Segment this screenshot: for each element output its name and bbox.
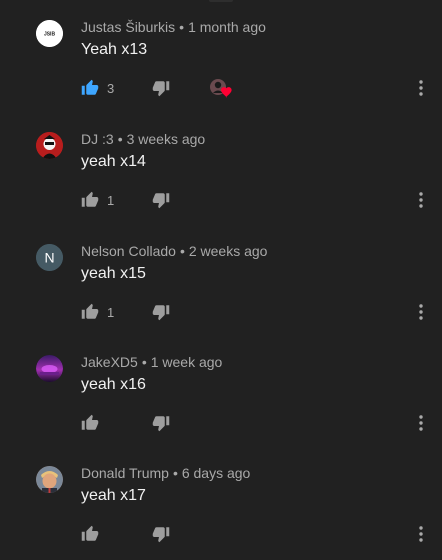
thumbs-down-icon (152, 305, 170, 321)
comment-text: yeah x16 (81, 376, 146, 393)
thumbs-down-icon (152, 416, 170, 432)
like-count: 1 (107, 304, 115, 320)
comment-item: DJ :3 • 3 weeks ago yeah x14 1 (0, 120, 442, 231)
comment-actions: 1 (81, 301, 423, 323)
like-button[interactable] (81, 412, 107, 434)
comment-text: yeah x17 (81, 487, 146, 504)
character-avatar-icon (36, 132, 63, 159)
comment-item: JSIB Justas Šiburkis • 1 month ago Yeah x1… (0, 8, 442, 119)
thumbs-up-icon (81, 414, 99, 430)
thumbs-down-icon (152, 81, 170, 97)
comment-meta: JakeXD5 • 1 week ago (81, 354, 222, 371)
comment-text: Yeah x13 (81, 41, 148, 58)
like-button[interactable] (81, 523, 107, 545)
comment-time[interactable]: 1 week ago (151, 354, 223, 370)
comment-time[interactable]: 2 weeks ago (189, 243, 268, 259)
author-name[interactable]: Justas Šiburkis (81, 19, 175, 35)
author-name[interactable]: JakeXD5 (81, 354, 138, 370)
creator-heart-icon (210, 79, 232, 98)
meta-separator: • (172, 465, 178, 481)
more-vert-icon (419, 304, 423, 320)
comments-list: JSIB Justas Šiburkis • 1 month ago Yeah x1… (0, 0, 442, 560)
photo-avatar-icon (36, 466, 63, 493)
like-button[interactable]: 3 (81, 77, 114, 99)
comment-actions: 3 (81, 77, 423, 99)
meta-separator: • (141, 354, 147, 370)
author-name[interactable]: Nelson Collado (81, 243, 176, 259)
more-options-button[interactable] (416, 79, 426, 97)
logo-avatar-icon: JSIB (36, 20, 63, 47)
more-options-button[interactable] (416, 303, 426, 321)
dislike-button[interactable] (152, 412, 170, 434)
comment-time[interactable]: 1 month ago (188, 19, 266, 35)
author-name[interactable]: DJ :3 (81, 131, 114, 147)
dislike-button[interactable] (152, 77, 170, 99)
comment-actions (81, 412, 423, 434)
comment-item: JakeXD5 • 1 week ago yeah x16 (0, 343, 442, 454)
more-options-button[interactable] (416, 414, 426, 432)
thumbs-up-icon (81, 303, 99, 319)
more-vert-icon (419, 526, 423, 542)
avatar-initials: JSIB (44, 31, 56, 37)
avatar[interactable]: JSIB (36, 20, 63, 47)
comment-time[interactable]: 6 days ago (182, 465, 251, 481)
avatar[interactable] (36, 355, 63, 382)
dislike-button[interactable] (152, 301, 170, 323)
comment-item: Donald Trump • 6 days ago yeah x17 (0, 454, 442, 560)
more-options-button[interactable] (416, 525, 426, 543)
dislike-button[interactable] (152, 523, 170, 545)
comment-item: N Nelson Collado • 2 weeks ago yeah x15 1 (0, 232, 442, 343)
neon-avatar-icon (36, 355, 63, 382)
scroll-handle (209, 0, 233, 2)
avatar[interactable] (36, 466, 63, 493)
thumbs-up-icon (81, 191, 99, 207)
dislike-button[interactable] (152, 189, 170, 211)
comment-text: yeah x15 (81, 265, 146, 282)
comment-text: yeah x14 (81, 153, 146, 170)
like-button[interactable]: 1 (81, 301, 114, 323)
comment-actions: 1 (81, 189, 423, 211)
comment-meta: DJ :3 • 3 weeks ago (81, 131, 205, 148)
thumbs-up-icon (81, 79, 99, 95)
comment-meta: Justas Šiburkis • 1 month ago (81, 19, 266, 36)
meta-separator: • (179, 243, 185, 259)
comment-meta: Donald Trump • 6 days ago (81, 465, 250, 482)
avatar[interactable]: N (36, 244, 63, 271)
more-vert-icon (419, 80, 423, 96)
like-count: 3 (107, 80, 115, 96)
meta-separator: • (179, 19, 185, 35)
creator-heart-badge (209, 77, 235, 99)
avatar-initial: N (44, 250, 54, 266)
like-count: 1 (107, 192, 115, 208)
more-vert-icon (419, 192, 423, 208)
letter-avatar-icon: N (36, 244, 63, 271)
comment-time[interactable]: 3 weeks ago (127, 131, 206, 147)
avatar[interactable] (36, 132, 63, 159)
meta-separator: • (117, 131, 123, 147)
author-name[interactable]: Donald Trump (81, 465, 169, 481)
more-options-button[interactable] (416, 191, 426, 209)
more-vert-icon (419, 415, 423, 431)
comment-actions (81, 523, 423, 545)
thumbs-up-icon (81, 525, 99, 541)
comment-meta: Nelson Collado • 2 weeks ago (81, 243, 267, 260)
thumbs-down-icon (152, 527, 170, 543)
thumbs-down-icon (152, 193, 170, 209)
like-button[interactable]: 1 (81, 189, 114, 211)
